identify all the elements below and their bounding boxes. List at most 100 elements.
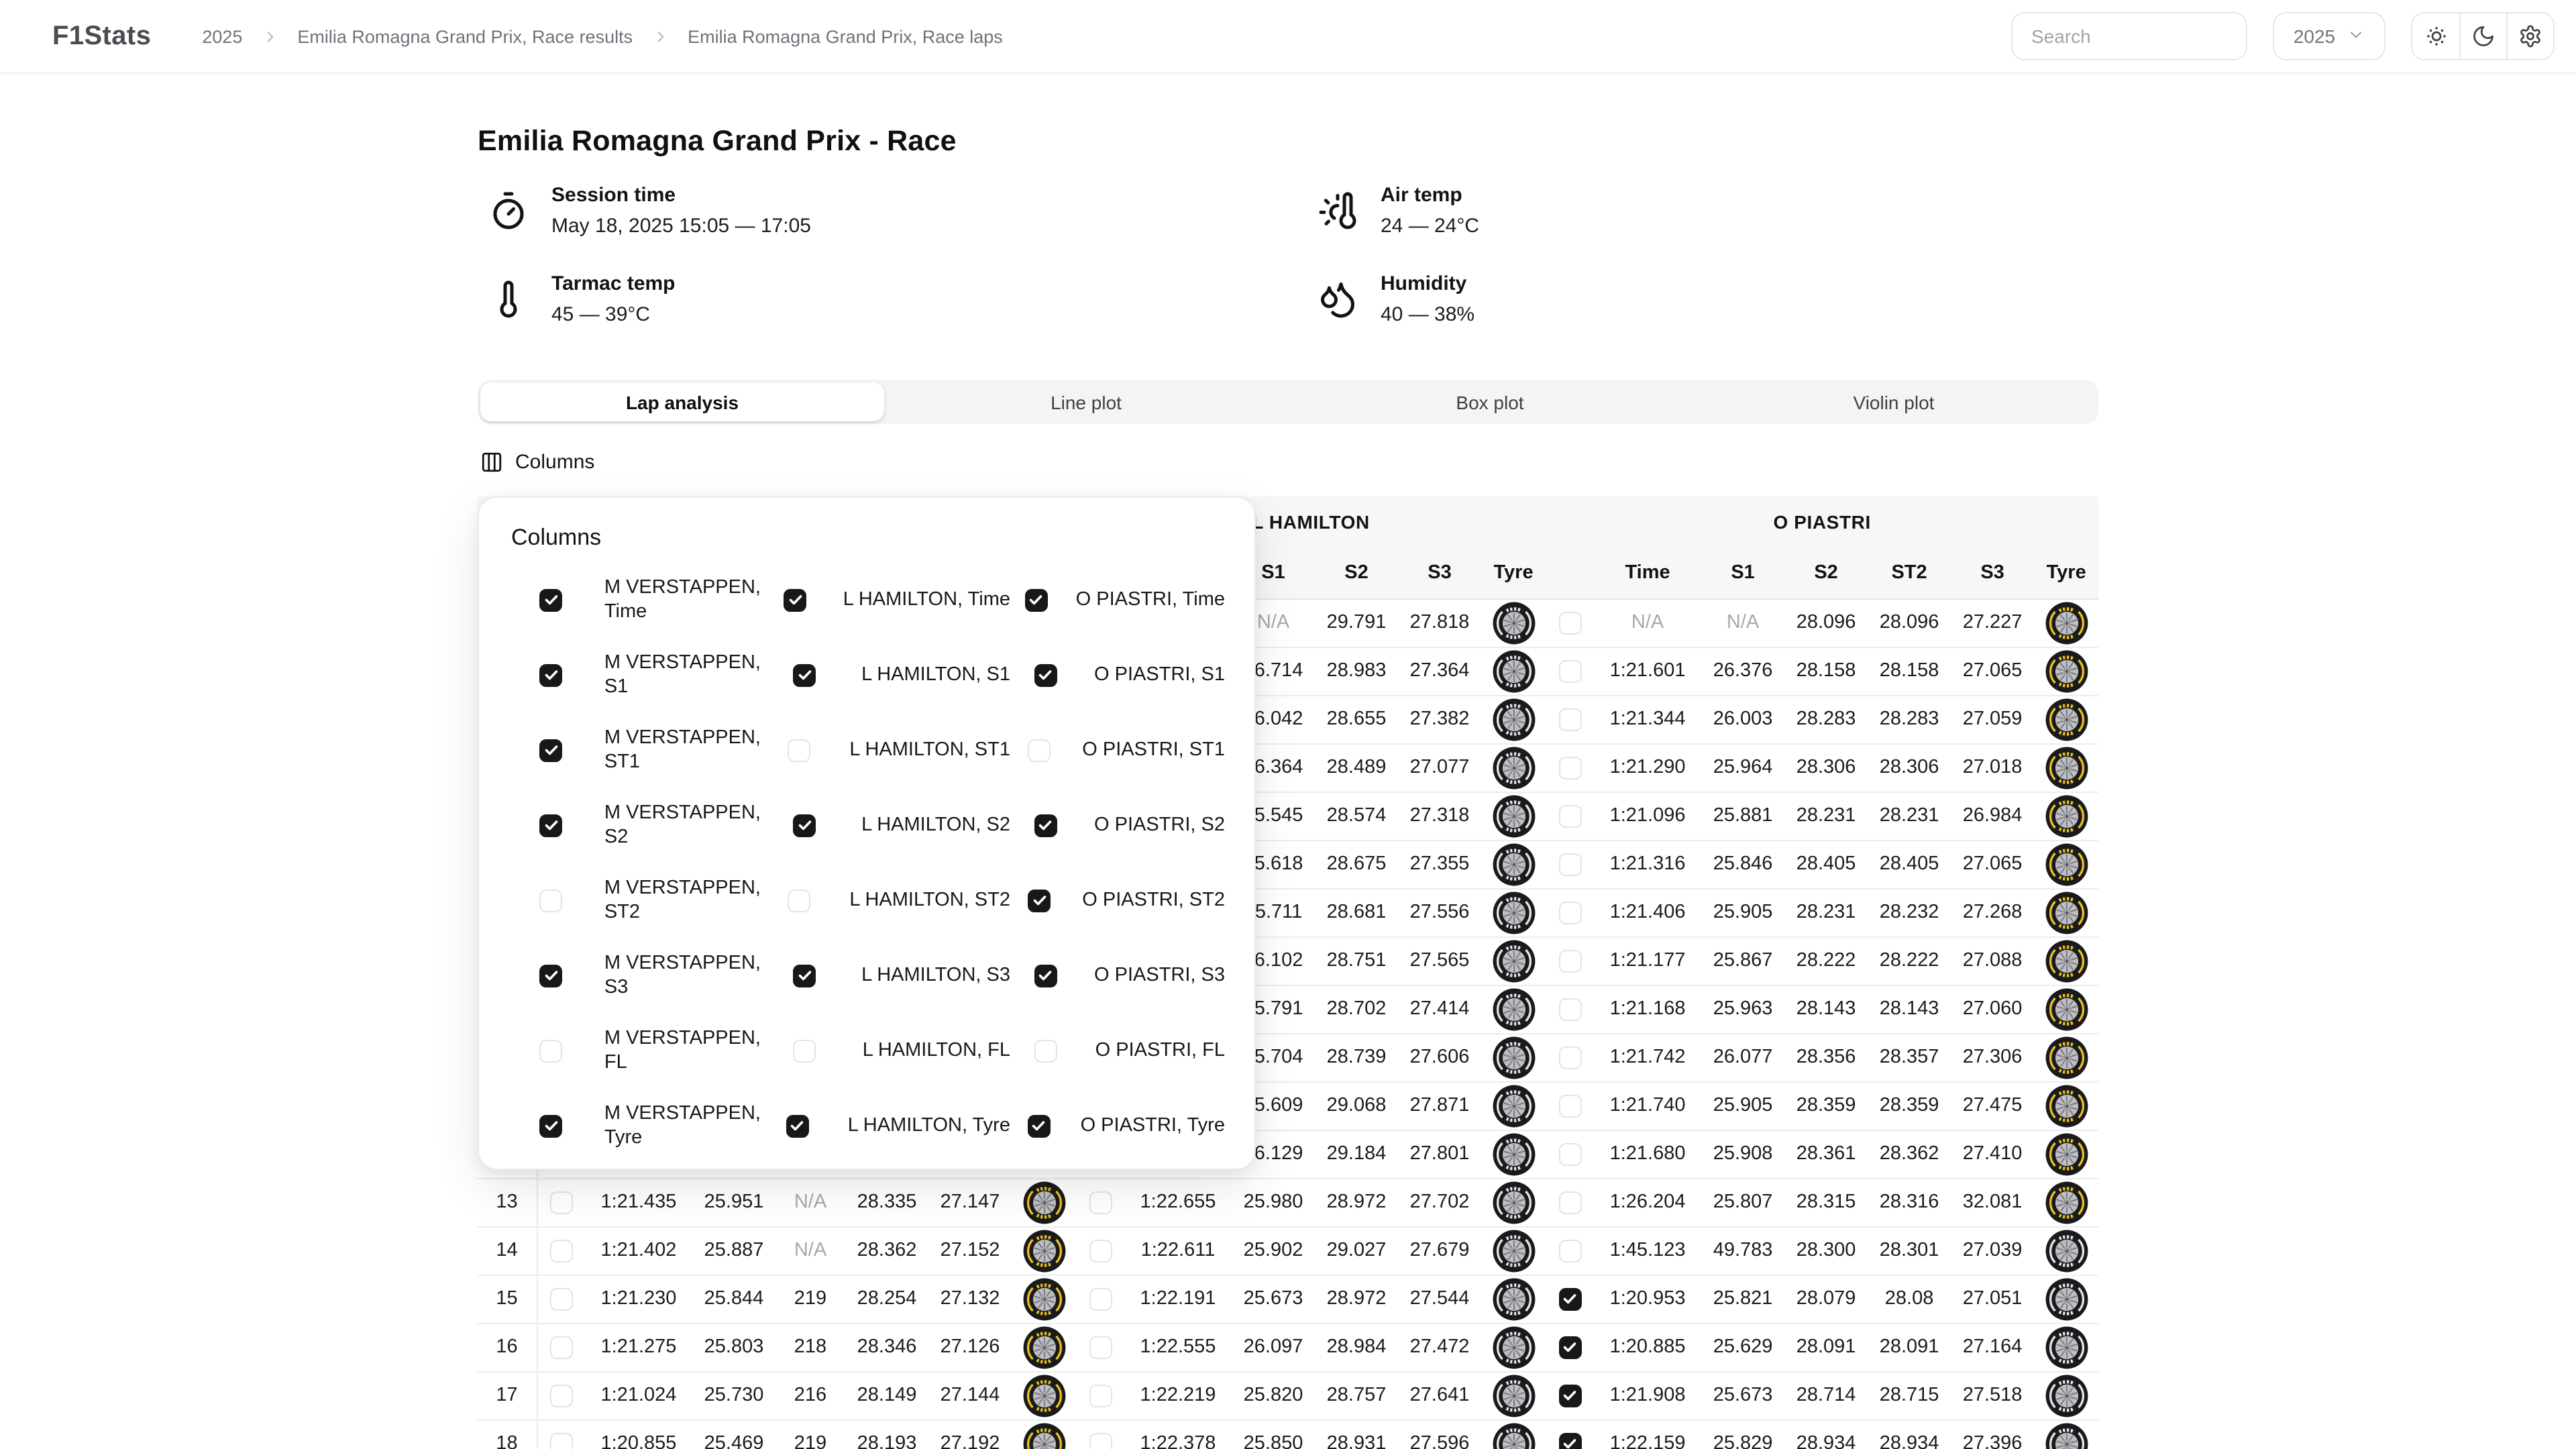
column-toggle-l-hamilton-fl[interactable]	[794, 1039, 816, 1062]
tab-line-plot[interactable]: Line plot	[884, 382, 1288, 421]
cell: 28.357	[1868, 1033, 1951, 1081]
tab-violin-plot[interactable]: Violin plot	[1692, 382, 2096, 421]
column-toggle-label: O PIASTRI, Tyre	[1081, 1114, 1225, 1138]
table-row: 181:20.85525.46921928.19327.192 1:22.378…	[478, 1419, 2098, 1449]
row-select-o-piastri-lap-6[interactable]	[1558, 853, 1581, 875]
row-select-l-hamilton-lap-13[interactable]	[1089, 1191, 1112, 1214]
cell: 28.972	[1315, 1275, 1398, 1323]
column-toggle-o-piastri-s1[interactable]	[1034, 663, 1057, 686]
breadcrumb-item-emilia-romagna-grand-prix-race-results[interactable]: Emilia Romagna Grand Prix, Race results	[297, 26, 633, 46]
column-toggle-l-hamilton-st1[interactable]	[787, 739, 810, 761]
info-value: 45 — 39°C	[551, 303, 676, 326]
cell: 1:20.953	[1594, 1275, 1701, 1323]
columns-button[interactable]: Columns	[478, 441, 597, 482]
tab-lap-analysis[interactable]: Lap analysis	[480, 382, 884, 421]
breadcrumb-item-emilia-romagna-grand-prix-race-laps[interactable]: Emilia Romagna Grand Prix, Race laps	[688, 26, 1003, 46]
row-select-o-piastri-lap-13[interactable]	[1558, 1191, 1581, 1214]
cell: 1:22.555	[1124, 1323, 1232, 1371]
row-select-o-piastri-lap-5[interactable]	[1558, 804, 1581, 827]
column-toggle-m-verstappen-tyre[interactable]	[539, 1114, 562, 1137]
column-toggle-l-hamilton-st2[interactable]	[787, 889, 810, 912]
row-select-l-hamilton-lap-18[interactable]	[1089, 1432, 1112, 1449]
column-toggle-o-piastri-st1[interactable]	[1028, 739, 1051, 761]
column-toggle-o-piastri-s3[interactable]	[1034, 964, 1057, 987]
tab-box-plot[interactable]: Box plot	[1288, 382, 1692, 421]
sun-icon	[2424, 24, 2448, 48]
column-toggle-label: O PIASTRI, S1	[1094, 663, 1225, 687]
column-toggle-l-hamilton-time[interactable]	[784, 588, 806, 611]
moon-button[interactable]	[2459, 13, 2506, 59]
cell: 28.751	[1315, 936, 1398, 985]
subheader-l-hamilton-s2: S2	[1315, 547, 1398, 598]
column-toggle-m-verstappen-s3[interactable]	[539, 964, 562, 987]
cell: 25.980	[1232, 1178, 1315, 1226]
column-toggle-m-verstappen-time[interactable]	[539, 588, 562, 611]
cell: 1:21.680	[1594, 1130, 1701, 1178]
column-toggle-item: L HAMILTON, ST1	[761, 712, 1010, 788]
column-toggle-o-piastri-fl[interactable]	[1034, 1039, 1057, 1062]
column-toggle-label: O PIASTRI, FL	[1095, 1038, 1225, 1063]
row-select-o-piastri-lap-7[interactable]	[1558, 901, 1581, 924]
column-toggle-o-piastri-time[interactable]	[1025, 588, 1048, 611]
year-select[interactable]: 2025	[2273, 12, 2385, 60]
breadcrumb-item-2025[interactable]: 2025	[202, 26, 242, 46]
row-select-o-piastri-lap-17[interactable]	[1558, 1384, 1581, 1407]
column-toggle-o-piastri-tyre[interactable]	[1027, 1114, 1050, 1137]
column-toggle-label: O PIASTRI, Time	[1076, 588, 1225, 612]
row-select-m-verstappen-lap-17[interactable]	[550, 1384, 573, 1407]
session-info-grid: Session time May 18, 2025 15:05 — 17:05 …	[478, 184, 2098, 326]
moon-icon	[2471, 24, 2496, 48]
cell: 27.396	[1951, 1419, 2034, 1449]
row-select-m-verstappen-lap-14[interactable]	[550, 1239, 573, 1262]
tyre-icon-medium	[1022, 1277, 1066, 1321]
settings-button[interactable]	[2506, 13, 2553, 59]
cell: 25.908	[1701, 1130, 1784, 1178]
row-select-m-verstappen-lap-18[interactable]	[550, 1432, 573, 1449]
column-toggle-label: L HAMILTON, Tyre	[848, 1114, 1010, 1138]
column-toggle-label: O PIASTRI, ST2	[1082, 888, 1225, 912]
row-select-o-piastri-lap-4[interactable]	[1558, 756, 1581, 779]
column-toggle-l-hamilton-s1[interactable]	[793, 663, 816, 686]
column-toggle-m-verstappen-st1[interactable]	[539, 739, 562, 761]
column-toggle-m-verstappen-st2[interactable]	[539, 889, 562, 912]
cell: 28.655	[1315, 695, 1398, 743]
row-select-o-piastri-lap-3[interactable]	[1558, 708, 1581, 731]
tyre-icon-hard	[1491, 600, 1536, 645]
column-toggle-l-hamilton-tyre[interactable]	[786, 1114, 809, 1137]
column-toggle-m-verstappen-s1[interactable]	[539, 663, 562, 686]
column-toggle-o-piastri-st2[interactable]	[1028, 889, 1051, 912]
row-select-m-verstappen-lap-16[interactable]	[550, 1336, 573, 1358]
column-toggle-l-hamilton-s3[interactable]	[793, 964, 816, 987]
row-select-m-verstappen-lap-13[interactable]	[550, 1191, 573, 1214]
search-input[interactable]	[2011, 12, 2247, 60]
cell: 25.807	[1701, 1178, 1784, 1226]
row-select-l-hamilton-lap-17[interactable]	[1089, 1384, 1112, 1407]
row-select-o-piastri-lap-16[interactable]	[1558, 1336, 1581, 1358]
column-toggle-m-verstappen-s2[interactable]	[539, 814, 562, 837]
row-select-o-piastri-lap-14[interactable]	[1558, 1239, 1581, 1262]
row-select-o-piastri-lap-18[interactable]	[1558, 1432, 1581, 1449]
row-select-o-piastri-lap-8[interactable]	[1558, 949, 1581, 972]
column-toggle-m-verstappen-fl[interactable]	[539, 1039, 562, 1062]
row-select-o-piastri-lap-12[interactable]	[1558, 1142, 1581, 1165]
row-select-l-hamilton-lap-16[interactable]	[1089, 1336, 1112, 1358]
row-select-o-piastri-lap-11[interactable]	[1558, 1094, 1581, 1117]
column-toggle-label: L HAMILTON, S3	[861, 963, 1010, 987]
row-select-m-verstappen-lap-15[interactable]	[550, 1287, 573, 1310]
row-select-o-piastri-lap-10[interactable]	[1558, 1046, 1581, 1069]
column-toggle-o-piastri-s2[interactable]	[1034, 814, 1057, 837]
cell: 25.951	[692, 1178, 775, 1226]
row-select-o-piastri-lap-2[interactable]	[1558, 659, 1581, 682]
row-select-l-hamilton-lap-15[interactable]	[1089, 1287, 1112, 1310]
cell: 27.059	[1951, 695, 2034, 743]
column-toggle-label: M VERSTAPPEN, S3	[604, 951, 761, 1000]
row-select-o-piastri-lap-1[interactable]	[1558, 611, 1581, 634]
cell: 28.096	[1868, 598, 1951, 647]
cell: 28.934	[1784, 1419, 1868, 1449]
row-select-o-piastri-lap-15[interactable]	[1558, 1287, 1581, 1310]
row-select-l-hamilton-lap-14[interactable]	[1089, 1239, 1112, 1262]
sun-button[interactable]	[2412, 13, 2459, 59]
column-toggle-l-hamilton-s2[interactable]	[793, 814, 816, 837]
row-select-o-piastri-lap-9[interactable]	[1558, 998, 1581, 1020]
cell: 27.382	[1398, 695, 1481, 743]
